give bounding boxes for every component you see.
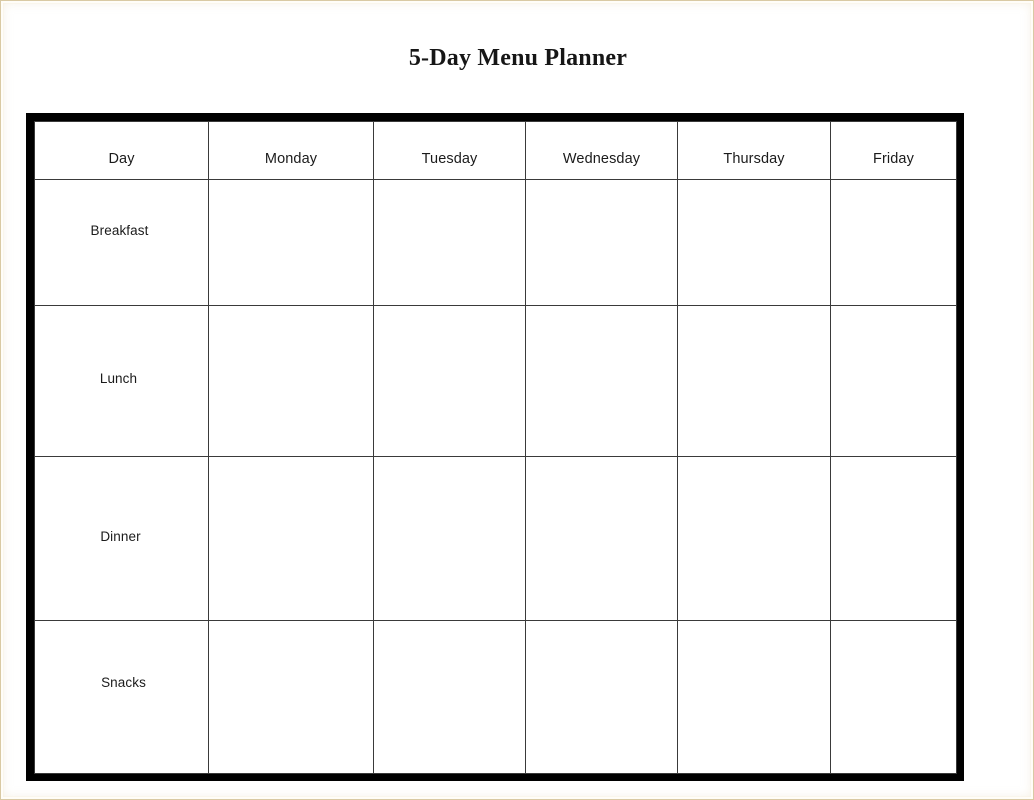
- cell-lunch-thursday[interactable]: [677, 305, 831, 457]
- table-header-row: Day Monday Tuesday Wednesday Thursday Fr…: [34, 121, 957, 180]
- row-label-dinner-text: Dinner: [100, 529, 141, 544]
- row-label-snacks: Snacks: [34, 620, 209, 774]
- cell-dinner-wednesday[interactable]: [525, 456, 678, 621]
- cell-lunch-monday[interactable]: [208, 305, 374, 457]
- cell-lunch-friday[interactable]: [830, 305, 957, 457]
- cell-lunch-wednesday[interactable]: [525, 305, 678, 457]
- cell-snacks-monday[interactable]: [208, 620, 374, 774]
- cell-dinner-tuesday[interactable]: [373, 456, 526, 621]
- cell-breakfast-monday[interactable]: [208, 179, 374, 306]
- row-label-dinner: Dinner: [34, 456, 209, 621]
- page-title: 5-Day Menu Planner: [408, 45, 628, 71]
- column-header-tuesday: Tuesday: [373, 121, 526, 180]
- cell-dinner-thursday[interactable]: [677, 456, 831, 621]
- row-label-lunch: Lunch: [34, 305, 209, 457]
- column-header-wednesday: Wednesday: [525, 121, 678, 180]
- table-row-lunch: Lunch: [34, 305, 957, 457]
- cell-breakfast-tuesday[interactable]: [373, 179, 526, 306]
- planner-grid: Day Monday Tuesday Wednesday Thursday Fr…: [34, 121, 957, 774]
- cell-snacks-wednesday[interactable]: [525, 620, 678, 774]
- cell-breakfast-thursday[interactable]: [677, 179, 831, 306]
- cell-dinner-friday[interactable]: [830, 456, 957, 621]
- row-label-lunch-text: Lunch: [99, 370, 138, 386]
- menu-planner-table: Day Monday Tuesday Wednesday Thursday Fr…: [26, 113, 964, 781]
- cell-breakfast-friday[interactable]: [830, 179, 957, 306]
- row-label-breakfast: Breakfast: [34, 179, 209, 306]
- table-row-dinner: Dinner: [34, 456, 957, 621]
- column-header-friday: Friday: [830, 121, 957, 180]
- column-header-thursday: Thursday: [677, 121, 831, 180]
- table-row-breakfast: Breakfast: [34, 179, 957, 306]
- cell-lunch-tuesday[interactable]: [373, 305, 526, 457]
- cell-snacks-tuesday[interactable]: [373, 620, 526, 774]
- cell-snacks-friday[interactable]: [830, 620, 957, 774]
- row-label-breakfast-text: Breakfast: [90, 223, 149, 238]
- cell-snacks-thursday[interactable]: [677, 620, 831, 774]
- column-header-day: Day: [34, 121, 209, 180]
- cell-breakfast-wednesday[interactable]: [525, 179, 678, 306]
- row-label-snacks-text: Snacks: [101, 674, 146, 690]
- planner-page: 5-Day Menu Planner Day Monday Tuesday We…: [0, 0, 1034, 800]
- table-row-snacks: Snacks: [34, 620, 957, 774]
- cell-dinner-monday[interactable]: [208, 456, 374, 621]
- column-header-monday: Monday: [208, 121, 374, 180]
